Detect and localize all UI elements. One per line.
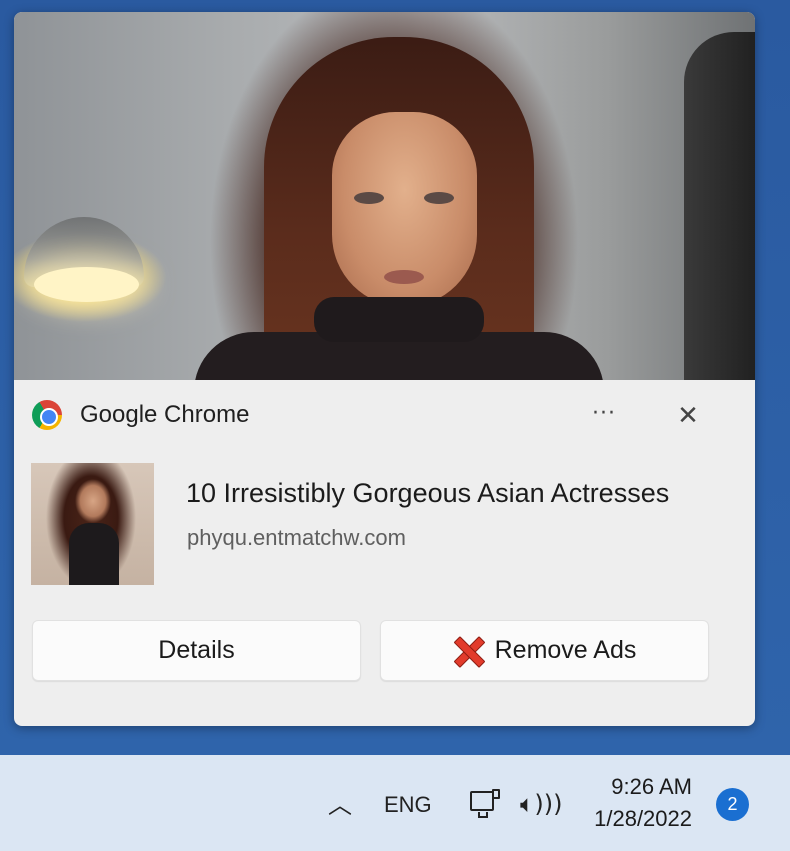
chrome-notification-toast[interactable] — [14, 12, 755, 726]
thumbnail-figure — [69, 523, 119, 585]
clock-time[interactable]: 9:26 AM — [560, 773, 692, 801]
clock-date[interactable]: 1/28/2022 — [560, 805, 692, 833]
notification-hero-image[interactable] — [14, 12, 755, 380]
notification-thumbnail[interactable] — [31, 463, 154, 585]
show-hidden-icons-chevron-icon[interactable]: ︿ — [322, 790, 358, 820]
lips — [384, 270, 424, 284]
network-plug-shape — [492, 789, 500, 799]
red-x-icon — [453, 636, 483, 666]
background-figure — [684, 32, 755, 380]
eye-left — [354, 192, 384, 204]
eye-right — [424, 192, 454, 204]
more-options-button[interactable]: ··· — [584, 398, 624, 430]
remove-ads-button-label: Remove Ads — [494, 636, 637, 664]
language-indicator[interactable]: ENG — [384, 791, 432, 819]
network-stand-shape — [478, 812, 488, 818]
app-name: Google Chrome — [80, 401, 250, 428]
close-button[interactable]: ✕ — [670, 398, 706, 434]
network-icon[interactable] — [470, 789, 502, 819]
choker-collar — [314, 297, 484, 342]
volume-icon[interactable]: 🔈︎))) — [520, 789, 563, 819]
network-screen-shape — [470, 791, 494, 811]
details-button[interactable]: Details — [32, 620, 361, 681]
remove-ads-button[interactable]: Remove Ads — [380, 620, 709, 681]
lamp-glow — [34, 267, 139, 302]
notification-center-badge[interactable]: 2 — [716, 788, 749, 821]
notification-title[interactable]: 10 Irresistibly Gorgeous Asian Actresses — [186, 476, 669, 510]
chrome-icon — [32, 400, 62, 430]
details-button-label: Details — [158, 636, 235, 664]
notification-source-url: phyqu.entmatchw.com — [187, 525, 406, 550]
